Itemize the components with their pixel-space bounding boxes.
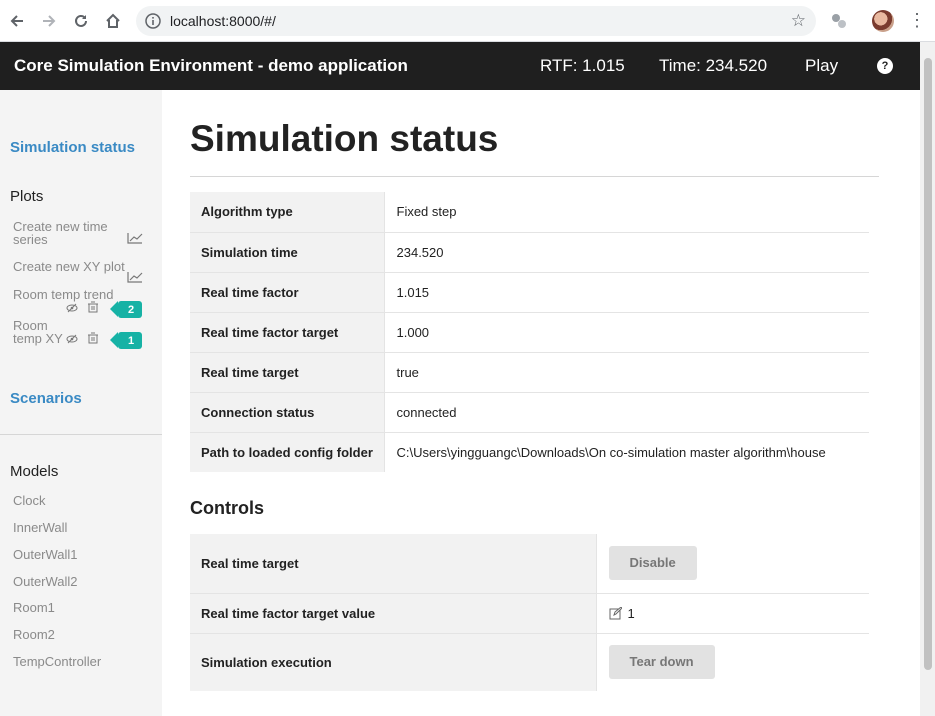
model-item-outerwall2[interactable]: OuterWall2 xyxy=(13,575,78,588)
control-label: Real time factor target value xyxy=(190,593,597,634)
table-row: Real time target Disable xyxy=(190,534,869,594)
create-xy-plot-link[interactable]: Create new XY plot xyxy=(13,260,138,273)
plot-item-room-temp-xy[interactable]: Room temp XY xyxy=(13,319,63,345)
profile-avatar[interactable] xyxy=(872,10,894,32)
status-value: 1.015 xyxy=(384,272,869,313)
app-title: Core Simulation Environment - demo appli… xyxy=(14,56,408,75)
status-key: Real time factor target xyxy=(190,312,385,353)
back-icon[interactable] xyxy=(4,8,30,34)
status-key: Connection status xyxy=(190,392,385,433)
status-value: true xyxy=(384,352,869,393)
disable-real-time-target-button[interactable]: Disable xyxy=(608,546,697,581)
info-icon[interactable] xyxy=(144,12,162,30)
model-item-room1[interactable]: Room1 xyxy=(13,601,55,614)
line-chart-icon[interactable] xyxy=(127,232,143,244)
create-time-series-link[interactable]: Create new time series xyxy=(13,220,123,246)
control-label: Simulation execution xyxy=(190,633,597,691)
extension-icon[interactable] xyxy=(830,12,848,30)
model-item-room2[interactable]: Room2 xyxy=(13,628,55,641)
status-key: Real time factor xyxy=(190,272,385,313)
table-row: Simulation execution Tear down xyxy=(190,633,869,691)
status-value: C:\Users\yingguangc\Downloads\On co-simu… xyxy=(396,444,826,460)
status-table: Algorithm type Fixed step Simulation tim… xyxy=(190,192,869,472)
trash-icon[interactable] xyxy=(87,301,99,313)
status-value: connected xyxy=(384,392,869,433)
model-item-clock[interactable]: Clock xyxy=(13,494,46,507)
time-readout: Time: 234.520 xyxy=(659,56,768,75)
forward-icon[interactable] xyxy=(36,8,62,34)
title-divider xyxy=(190,176,879,177)
scrollbar-thumb[interactable] xyxy=(924,58,932,670)
control-cell: Disable xyxy=(596,534,869,594)
control-label: Real time target xyxy=(190,534,597,594)
control-cell: 1 xyxy=(596,593,869,634)
plot-count-badge: 1 xyxy=(110,332,142,349)
models-heading: Models xyxy=(10,463,59,480)
rtf-target-value[interactable]: 1 xyxy=(628,606,635,621)
table-row: Connection status connected xyxy=(190,392,869,433)
table-row: Path to loaded config folder C:\Users\yi… xyxy=(190,432,869,472)
status-key: Algorithm type xyxy=(190,192,385,233)
table-row: Real time factor target 1.000 xyxy=(190,312,869,353)
sidebar: Simulation status Plots Create new time … xyxy=(0,90,162,716)
status-value: 234.520 xyxy=(384,232,869,273)
table-row: Real time target true xyxy=(190,352,869,393)
status-key: Path to loaded config folder xyxy=(190,432,385,472)
menu-kebab-icon[interactable]: ⋮ xyxy=(908,10,926,31)
url-text: localhost:8000/#/ xyxy=(170,13,276,29)
plot-item-room-temp-trend[interactable]: Room temp trend xyxy=(13,288,133,301)
hide-eye-icon[interactable] xyxy=(66,302,78,314)
model-item-innerwall[interactable]: InnerWall xyxy=(13,521,67,534)
model-item-outerwall1[interactable]: OuterWall1 xyxy=(13,548,78,561)
tear-down-button[interactable]: Tear down xyxy=(608,645,715,680)
controls-table: Real time target Disable Real time facto… xyxy=(190,534,869,691)
sidebar-scenarios-link[interactable]: Scenarios xyxy=(10,390,82,407)
home-icon[interactable] xyxy=(100,8,126,34)
play-button[interactable]: Play xyxy=(805,56,838,76)
controls-heading: Controls xyxy=(190,498,264,518)
line-chart-icon[interactable] xyxy=(127,271,143,283)
app-header: Core Simulation Environment - demo appli… xyxy=(0,42,920,90)
help-icon[interactable]: ? xyxy=(877,58,893,74)
plot-count-badge: 2 xyxy=(110,301,142,318)
control-cell: Tear down xyxy=(596,633,869,691)
page-title: Simulation status xyxy=(190,118,499,159)
status-key: Real time target xyxy=(190,352,385,393)
sidebar-simulation-status-link[interactable]: Simulation status xyxy=(10,139,135,156)
status-key: Simulation time xyxy=(190,232,385,273)
model-item-tempcontroller[interactable]: TempController xyxy=(13,655,101,668)
status-value: Fixed step xyxy=(384,192,869,233)
trash-icon[interactable] xyxy=(87,332,99,344)
edit-icon[interactable] xyxy=(609,606,622,620)
address-bar[interactable]: localhost:8000/#/ ☆ xyxy=(136,6,816,36)
hide-eye-icon[interactable] xyxy=(66,333,78,345)
sidebar-divider xyxy=(0,434,162,435)
status-value: 1.000 xyxy=(384,312,869,353)
table-row: Algorithm type Fixed step xyxy=(190,192,869,233)
reload-icon[interactable] xyxy=(68,8,94,34)
browser-toolbar: localhost:8000/#/ ☆ ⋮ xyxy=(0,0,935,42)
table-row: Real time factor 1.015 xyxy=(190,272,869,313)
table-row: Real time factor target value 1 xyxy=(190,593,869,634)
plots-heading: Plots xyxy=(10,188,44,205)
rtf-readout: RTF: 1.015 xyxy=(540,56,625,75)
table-row: Simulation time 234.520 xyxy=(190,232,869,273)
bookmark-star-icon[interactable]: ☆ xyxy=(791,11,806,31)
